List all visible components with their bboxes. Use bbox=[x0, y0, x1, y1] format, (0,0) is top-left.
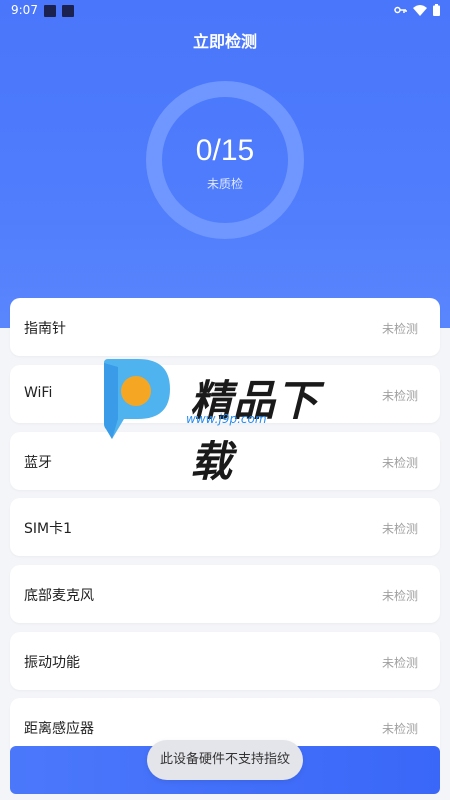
check-item-vibration[interactable]: 振动功能 未检测 bbox=[10, 632, 440, 690]
toast-message: 此设备硬件不支持指纹 bbox=[147, 740, 303, 780]
check-item-status: 未检测 bbox=[381, 656, 418, 670]
key-icon bbox=[394, 6, 407, 14]
check-item-bottom-mic[interactable]: 底部麦克风 未检测 bbox=[10, 565, 440, 623]
battery-icon bbox=[433, 4, 440, 16]
progress-count: 0/15 bbox=[195, 134, 255, 167]
status-time: 9:07 bbox=[11, 3, 38, 17]
check-item-status: 未检测 bbox=[381, 722, 418, 736]
status-bar: 9:07 bbox=[0, 0, 450, 22]
check-item-status: 未检测 bbox=[381, 456, 418, 470]
check-item-name: 距离感应器 bbox=[24, 721, 94, 737]
check-item-status: 未检测 bbox=[381, 589, 418, 603]
progress-label: 未质检 bbox=[206, 177, 243, 191]
check-item-name: 指南针 bbox=[24, 321, 66, 337]
check-item-status: 未检测 bbox=[381, 522, 418, 536]
check-item-status: 未检测 bbox=[381, 322, 418, 336]
check-item-status: 未检测 bbox=[381, 389, 418, 403]
check-item-name: 振动功能 bbox=[24, 655, 80, 671]
check-item-name: SIM卡1 bbox=[24, 521, 73, 537]
check-item-compass[interactable]: 指南针 未检测 bbox=[10, 298, 440, 356]
page-title: 立即检测 bbox=[192, 32, 257, 51]
check-item-name: 底部麦克风 bbox=[24, 588, 94, 604]
wifi-icon bbox=[413, 4, 427, 16]
check-item-name: 蓝牙 bbox=[24, 455, 52, 471]
check-item-bluetooth[interactable]: 蓝牙 未检测 bbox=[10, 432, 440, 490]
notification-icon bbox=[44, 5, 56, 17]
check-item-wifi[interactable]: WiFi 未检测 bbox=[10, 365, 440, 423]
check-item-sim1[interactable]: SIM卡1 未检测 bbox=[10, 498, 440, 556]
notification-icon bbox=[62, 5, 74, 17]
check-item-name: WiFi bbox=[24, 385, 53, 401]
